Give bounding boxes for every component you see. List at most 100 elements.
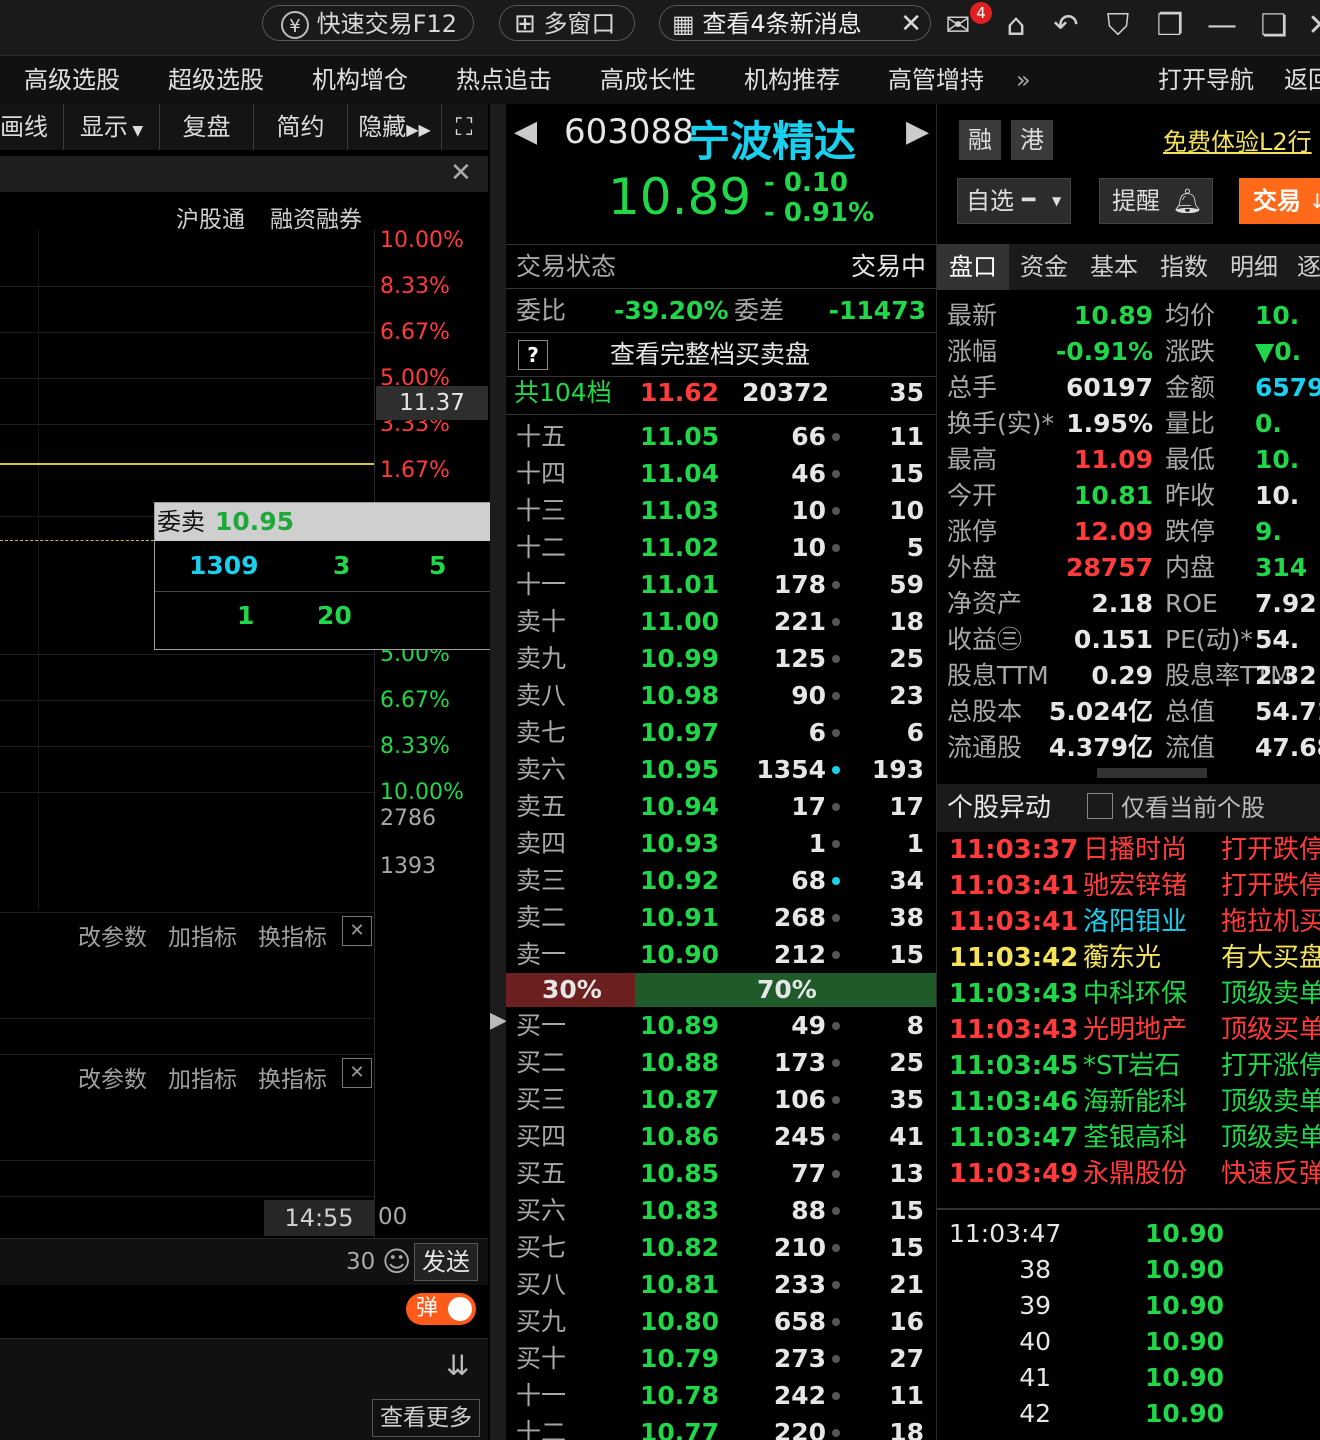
quick-trade-button[interactable]: ¥ 快速交易F12 <box>262 5 474 41</box>
ask-level-row[interactable]: 卖十 11.00 221 18 <box>506 603 936 640</box>
l2-trial-link[interactable]: 免费体验L2行 <box>1163 122 1312 157</box>
alert-button[interactable]: 提醒 🔔︎ <box>1099 178 1213 224</box>
bid-level-row[interactable]: 买七 10.82 210 15 <box>506 1229 936 1266</box>
tab-order-book[interactable]: 盘口 <box>937 244 1009 290</box>
minimize-icon[interactable]: — <box>1202 8 1242 44</box>
only-current-checkbox[interactable] <box>1087 793 1113 819</box>
bid-level-row[interactable]: 买三 10.87 106 35 <box>506 1081 936 1118</box>
ask-level-row[interactable]: 卖三 10.92 68 34 <box>506 862 936 899</box>
collapse-handle[interactable] <box>1097 768 1207 778</box>
tag-shanghai-connect[interactable]: 沪股通 <box>176 200 245 234</box>
menu-executive-increase[interactable]: 高管增持 <box>888 56 984 104</box>
tab-capital[interactable]: 资金 <box>1009 244 1079 290</box>
undo-icon[interactable]: ↶ <box>1046 8 1086 44</box>
bid-level-row[interactable]: 买九 10.80 658 16 <box>506 1303 936 1340</box>
panel-splitter[interactable]: ▶ <box>490 104 507 1440</box>
ask-level-row[interactable]: 卖一 10.90 212 15 <box>506 936 936 973</box>
draw-line-button[interactable]: 画线 <box>0 104 64 150</box>
tab-index[interactable]: 指数 <box>1149 244 1219 290</box>
alert-row[interactable]: 11:03:41 驰宏锌锗 打开跌停 <box>937 868 1320 904</box>
margin-badge[interactable]: 融 <box>959 120 1001 160</box>
hk-connect-badge[interactable]: 港 <box>1011 120 1053 160</box>
close-window-icon[interactable]: ✕ <box>1300 8 1320 44</box>
bid-level-row[interactable]: 买二 10.88 173 25 <box>506 1044 936 1081</box>
edit-params-button-2[interactable]: 改参数 <box>78 1060 147 1094</box>
alert-row[interactable]: 11:03:45 *ST岩石 打开涨停 <box>937 1048 1320 1084</box>
bid-level-row[interactable]: 买六 10.83 88 15 <box>506 1192 936 1229</box>
ask-level-row[interactable]: 卖八 10.98 90 23 <box>506 677 936 714</box>
display-dropdown[interactable]: 显示 ▼ <box>64 104 160 150</box>
trade-button[interactable]: 交易 ↓ <box>1239 178 1320 224</box>
full-book-link[interactable]: 查看完整档买卖盘 <box>610 336 810 373</box>
bid-level-row[interactable]: 十一 10.78 242 11 <box>506 1377 936 1414</box>
menu-open-nav[interactable]: 打开导航 <box>1158 56 1254 104</box>
fullscreen-icon[interactable]: ⛶ <box>442 104 486 150</box>
bid-level-row[interactable]: 买十 10.79 273 27 <box>506 1340 936 1377</box>
tag-margin-trading[interactable]: 融资融券 <box>270 200 362 234</box>
menu-hotspot[interactable]: 热点追击 <box>456 56 552 104</box>
switch-indicator-button[interactable]: 换指标 <box>258 918 327 952</box>
ask-level-row[interactable]: 十五 11.05 66 11 <box>506 418 936 455</box>
view-more-button[interactable]: 查看更多 <box>372 1399 480 1437</box>
close-icon[interactable]: ✕ <box>900 6 922 42</box>
shirt-icon[interactable]: ⛉ <box>1098 8 1138 44</box>
alert-row[interactable]: 11:03:43 光明地产 顶级买单 <box>937 1012 1320 1048</box>
messages-button[interactable]: ▦ 查看4条新消息 ✕ <box>659 5 931 41</box>
restore-icon[interactable]: ❏ <box>1254 8 1294 44</box>
menu-back[interactable]: 返回 <box>1284 56 1320 104</box>
ask-level-row[interactable]: 卖二 10.91 268 38 <box>506 899 936 936</box>
close-icon[interactable]: ✕ <box>342 1058 372 1088</box>
bid-level-row[interactable]: 买八 10.81 233 21 <box>506 1266 936 1303</box>
add-indicator-button-2[interactable]: 加指标 <box>168 1060 237 1094</box>
prev-stock-icon[interactable]: ◀ <box>514 114 537 149</box>
menu-institution-recommend[interactable]: 机构推荐 <box>744 56 840 104</box>
home-icon[interactable]: ⌂ <box>996 8 1036 44</box>
bid-level-row[interactable]: 十二 10.77 220 18 <box>506 1414 936 1440</box>
ask-level-row[interactable]: 卖七 10.97 6 6 <box>506 714 936 751</box>
bid-level-row[interactable]: 买四 10.86 245 41 <box>506 1118 936 1155</box>
alert-row[interactable]: 11:03:49 永鼎股份 快速反弹 <box>937 1156 1320 1192</box>
switch-indicator-button-2[interactable]: 换指标 <box>258 1060 327 1094</box>
alert-row[interactable]: 11:03:47 荃银高科 顶级卖单 <box>937 1120 1320 1156</box>
tab-details[interactable]: 明细 <box>1219 244 1289 290</box>
alert-row[interactable]: 11:03:42 蘅东光 有大买盘 <box>937 940 1320 976</box>
ask-level-row[interactable]: 卖四 10.93 1 1 <box>506 825 936 862</box>
next-stock-icon[interactable]: ▶ <box>906 114 929 149</box>
window-icon[interactable]: ❐ <box>1150 8 1190 44</box>
expand-arrow-icon[interactable]: ▶ <box>490 1008 507 1033</box>
simple-button[interactable]: 简约 <box>254 104 348 150</box>
download-icon[interactable]: ⇊ <box>446 1349 469 1382</box>
ask-level-row[interactable]: 十一 11.01 178 59 <box>506 566 936 603</box>
menu-advanced-select[interactable]: 高级选股 <box>24 56 120 104</box>
ask-level-row[interactable]: 卖五 10.94 17 17 <box>506 788 936 825</box>
help-icon[interactable]: ? <box>518 340 548 370</box>
bid-level-row[interactable]: 买五 10.85 77 13 <box>506 1155 936 1192</box>
ask-level-row[interactable]: 卖九 10.99 125 25 <box>506 640 936 677</box>
emoji-icon[interactable]: ☺ <box>382 1245 411 1278</box>
alert-row[interactable]: 11:03:41 洛阳钼业 拖拉机买 <box>937 904 1320 940</box>
close-icon[interactable]: ✕ <box>450 158 472 188</box>
multi-window-button[interactable]: ⊞ 多窗口 <box>499 5 635 41</box>
tab-tick-by-tick[interactable]: 逐 <box>1289 244 1320 290</box>
alert-row[interactable]: 11:03:37 日播时尚 打开跌停 <box>937 832 1320 868</box>
alert-row[interactable]: 11:03:43 中科环保 顶级卖单 <box>937 976 1320 1012</box>
menu-high-growth[interactable]: 高成长性 <box>600 56 696 104</box>
send-button[interactable]: 发送 <box>414 1243 478 1281</box>
edit-params-button[interactable]: 改参数 <box>78 918 147 952</box>
ask-level-row[interactable]: 十三 11.03 10 10 <box>506 492 936 529</box>
add-indicator-button[interactable]: 加指标 <box>168 918 237 952</box>
menu-institution-increase[interactable]: 机构增仓 <box>312 56 408 104</box>
ask-level-row[interactable]: 十四 11.04 46 15 <box>506 455 936 492</box>
replay-button[interactable]: 复盘 <box>160 104 254 150</box>
full-book-row[interactable]: ? 查看完整档买卖盘 <box>506 336 936 373</box>
close-icon[interactable]: ✕ <box>342 916 372 946</box>
menu-super-select[interactable]: 超级选股 <box>168 56 264 104</box>
ask-level-row[interactable]: 十二 11.02 10 5 <box>506 529 936 566</box>
hide-button[interactable]: 隐藏▶▶ <box>348 104 442 150</box>
tab-fundamentals[interactable]: 基本 <box>1079 244 1149 290</box>
danmu-toggle[interactable]: 弹 <box>406 1293 476 1325</box>
ask-level-row[interactable]: 卖六 10.95 1354 193 <box>506 751 936 788</box>
watchlist-dropdown[interactable]: 自选 ━ ▼ <box>957 178 1071 224</box>
menu-more[interactable]: » <box>1016 56 1031 104</box>
bid-level-row[interactable]: 买一 10.89 49 8 <box>506 1007 936 1044</box>
